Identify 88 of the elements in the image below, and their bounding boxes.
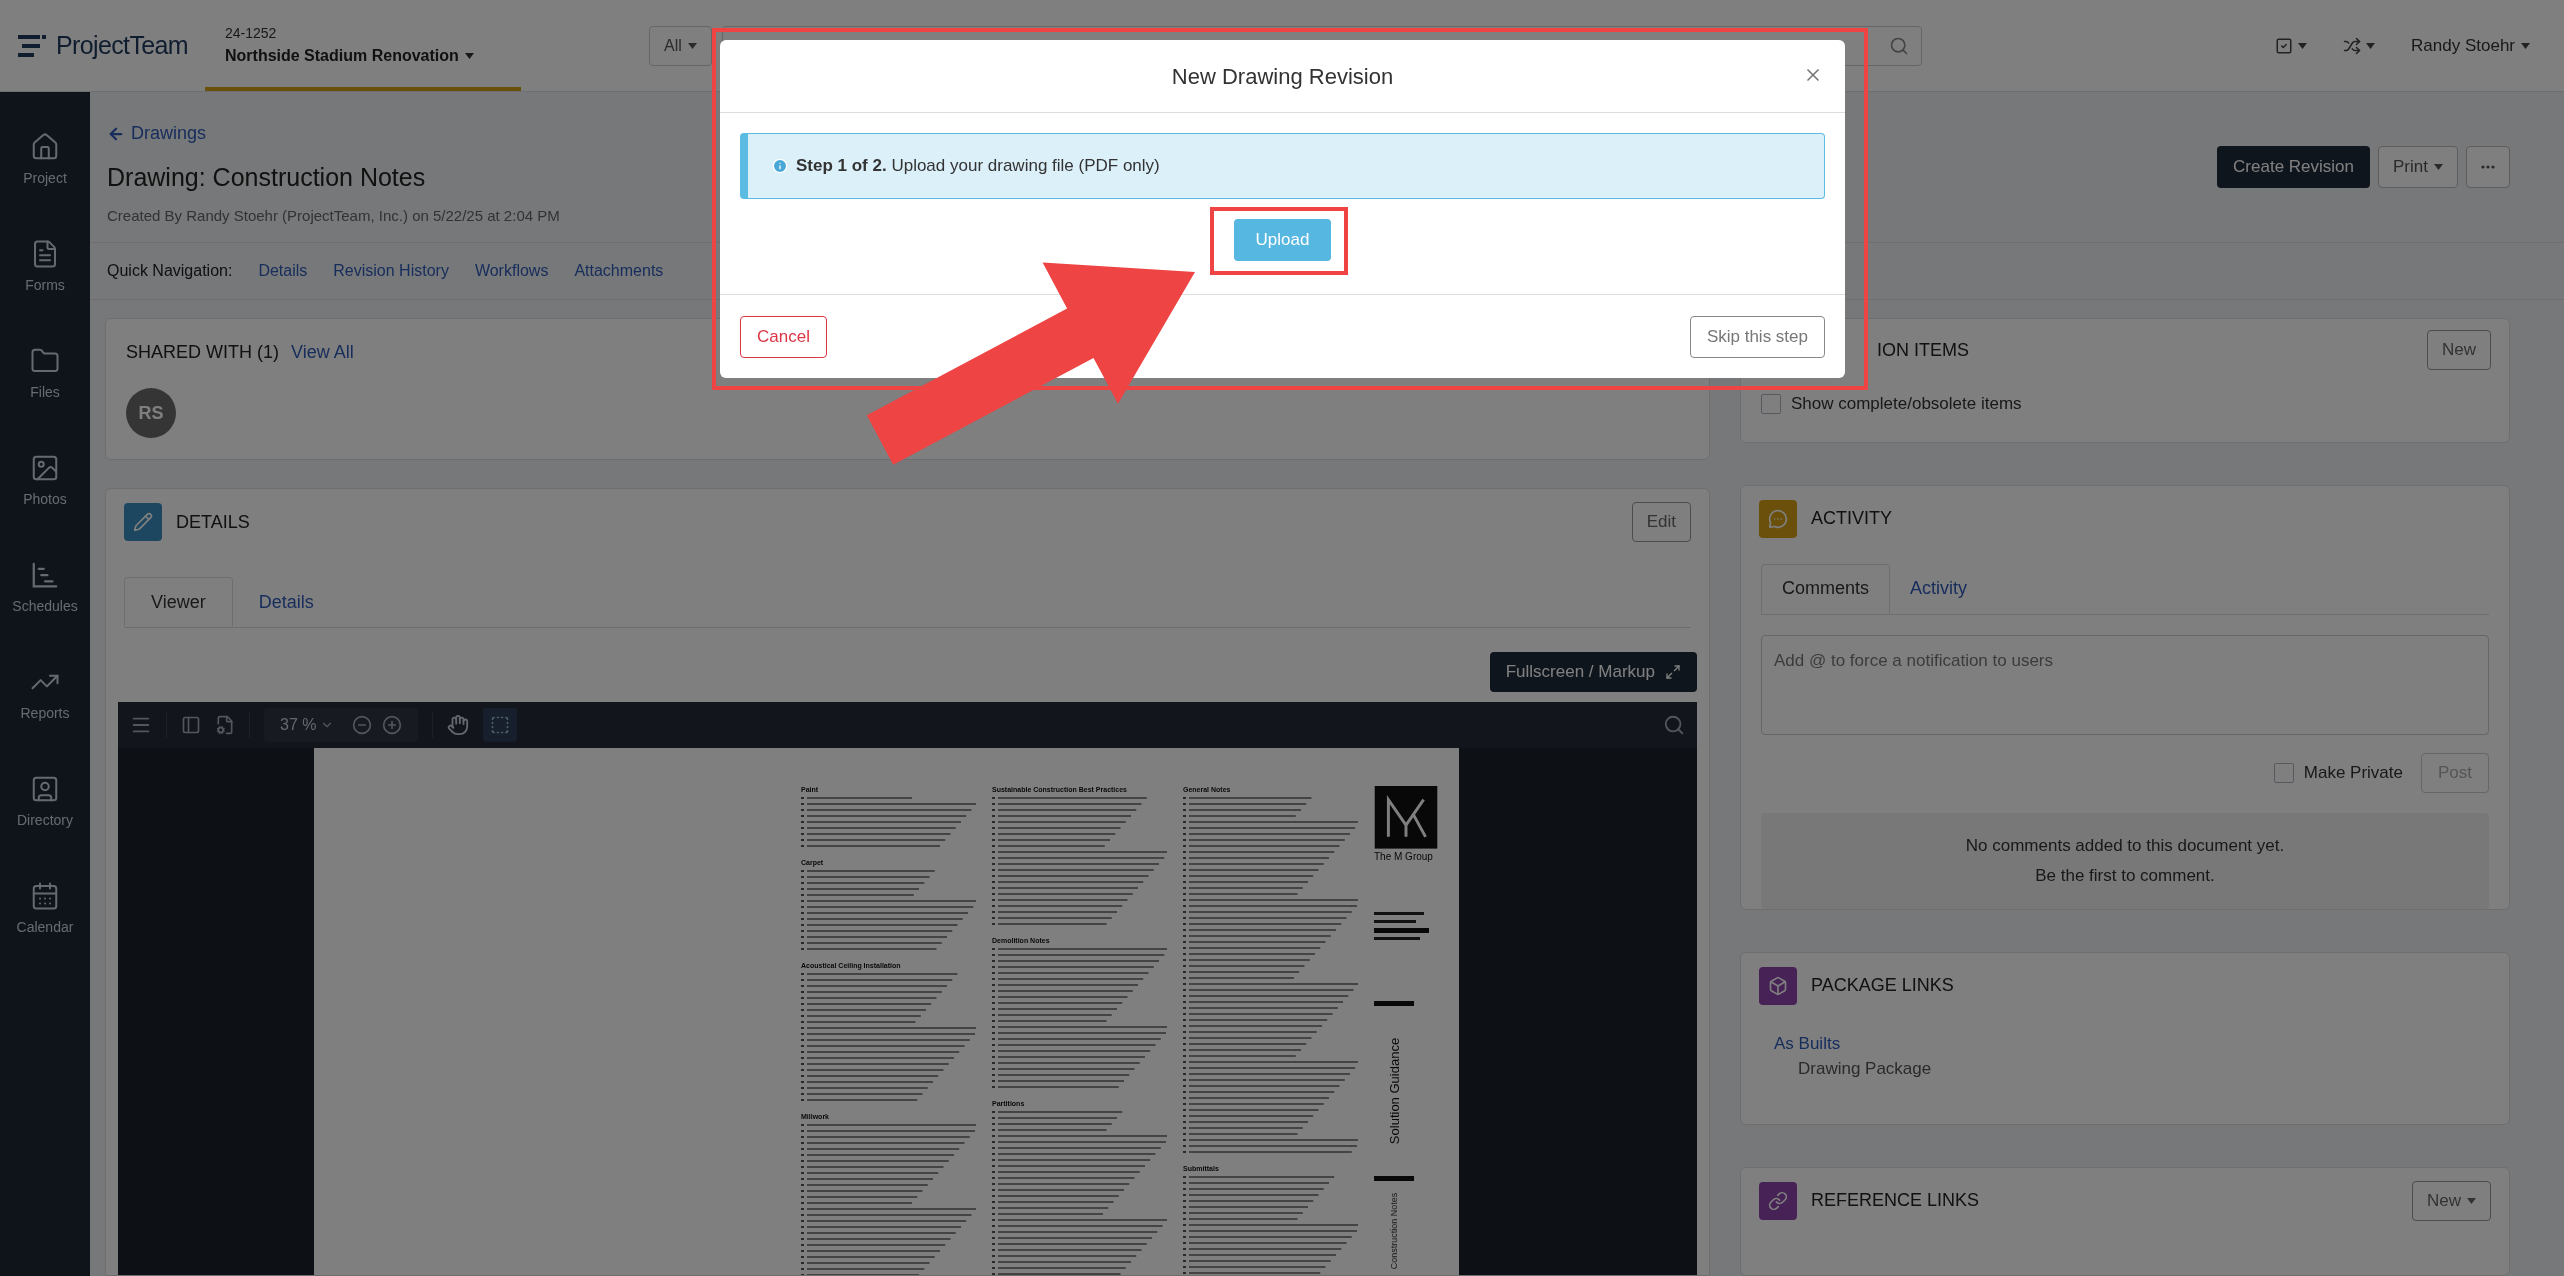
card-title: ACTIVITY — [1811, 507, 1892, 531]
card-title: REFERENCE LINKS — [1811, 1189, 1980, 1213]
caret-icon — [2434, 164, 2443, 170]
project-selector[interactable]: 24-1252 Northside Stadium Renovation — [205, 0, 521, 91]
card-title: ION ITEMS — [1877, 338, 1969, 362]
tab[interactable]: Activity — [1890, 563, 1988, 614]
zoom-out-icon[interactable] — [352, 715, 373, 735]
modal-title: New Drawing Revision — [1171, 62, 1394, 91]
view-all-link[interactable]: View All — [291, 339, 354, 366]
new-button[interactable]: New — [2427, 330, 2491, 370]
caret-icon — [2467, 1197, 2476, 1204]
user-menu[interactable]: Randy Stoehr — [2411, 32, 2530, 59]
upload-button[interactable]: Upload — [1233, 219, 1332, 261]
caret-icon — [2298, 42, 2308, 49]
quick-navigation-label: Quick Navigation: — [107, 261, 233, 281]
sidebar-item[interactable]: Directory — [0, 774, 90, 831]
contact-card-icon — [30, 774, 60, 804]
page-title: Drawing: Construction Notes — [107, 162, 427, 193]
sidebar-item[interactable]: Files — [0, 346, 90, 403]
package-link[interactable]: As Builts — [1774, 1030, 2476, 1057]
expand-icon — [1665, 664, 1681, 680]
dashed-square-icon — [490, 715, 511, 735]
print-button[interactable]: Print — [2378, 146, 2458, 188]
sidebar-item[interactable]: Schedules — [0, 560, 90, 617]
sidebar-item[interactable]: Photos — [0, 453, 90, 510]
sidebar-item[interactable]: Project — [0, 132, 90, 189]
pencil-icon — [124, 503, 162, 541]
new-button[interactable]: New — [2412, 1180, 2491, 1221]
checkbox[interactable] — [1761, 393, 1781, 414]
sidebar-item[interactable]: Reports — [0, 667, 90, 724]
tab[interactable]: Details — [232, 577, 340, 627]
shuffle-menu[interactable] — [2343, 36, 2376, 55]
cube-icon — [1759, 966, 1797, 1005]
checkbox-label: Show complete/obsolete items — [1791, 393, 2022, 415]
firm-logo-icon — [1374, 786, 1438, 849]
fullscreen-markup-button[interactable]: Fullscreen / Markup — [1489, 652, 1697, 692]
sheet-title: Solution Guidance — [1387, 1037, 1401, 1145]
card-title: PACKAGE LINKS — [1811, 974, 1954, 998]
timeline-icon — [30, 560, 60, 590]
comment-field[interactable]: Add @ to force a notification to users — [1761, 634, 2489, 735]
link-icon — [1759, 1181, 1797, 1220]
sidebar-item[interactable]: Forms — [0, 239, 90, 296]
search-icon[interactable] — [1663, 714, 1685, 736]
filter-dropdown[interactable]: All — [649, 25, 712, 66]
checkbox-label: Make Private — [2303, 762, 2403, 784]
checklist-menu[interactable] — [2275, 36, 2308, 55]
caret-icon — [2521, 42, 2530, 49]
card-title: DETAILS — [176, 510, 250, 534]
calendar-icon — [30, 881, 60, 911]
quick-navigation-link[interactable]: Details — [258, 259, 308, 283]
sheet-name: Construction Notes — [1389, 1192, 1399, 1270]
alert-text: Step 1 of 2. Upload your drawing file (PDF only) — [796, 155, 1160, 178]
edit-button[interactable]: Edit — [1631, 502, 1691, 542]
chat-bubble-icon — [1759, 499, 1797, 538]
image-icon — [30, 453, 60, 483]
back-link[interactable]: Drawings — [107, 120, 560, 147]
pan-tool-icon[interactable] — [447, 714, 470, 736]
user-avatar[interactable]: RS — [126, 388, 176, 438]
quick-navigation-link[interactable]: Revision History — [333, 259, 449, 283]
zoom-in-icon[interactable] — [382, 715, 403, 735]
empty-state-text: Be the first to comment. — [2035, 864, 2215, 887]
sidebar-item[interactable]: Calendar — [0, 881, 90, 938]
sidebar-panel-icon[interactable] — [181, 715, 201, 735]
card-title: SHARED WITH (1) — [126, 341, 279, 364]
ellipsis-icon — [2481, 165, 2495, 169]
search-icon — [1888, 35, 1909, 56]
checkbox[interactable] — [2273, 762, 2294, 783]
more-button[interactable] — [2466, 146, 2510, 188]
created-by-text: Created By Randy Stoehr (ProjectTeam, Inc.) on 5/22/25 at 2:04 PM — [107, 205, 560, 226]
quick-navigation-link[interactable]: Workflows — [474, 259, 549, 283]
create-revision-button[interactable]: Create Revision — [2217, 146, 2371, 188]
quick-navigation-link[interactable]: Attachments — [574, 259, 664, 283]
tab[interactable]: Comments — [1761, 563, 1891, 614]
package-type: Drawing Package — [1797, 1058, 1933, 1081]
selection-tool-button[interactable] — [483, 708, 518, 742]
skip-step-button[interactable]: Skip this step — [1689, 315, 1825, 358]
caret-icon — [2366, 42, 2376, 49]
caret-icon — [464, 53, 474, 59]
document-settings-icon[interactable] — [215, 715, 235, 735]
tab[interactable]: Viewer — [124, 577, 233, 627]
logo-text: ProjectTeam — [56, 29, 189, 61]
caret-icon — [687, 42, 697, 49]
empty-state-text: No comments added to this document yet. — [1965, 835, 2285, 858]
firm-name: The M Group — [1374, 851, 1433, 862]
info-icon — [772, 158, 788, 174]
house-icon — [30, 132, 60, 162]
logo-icon — [18, 32, 48, 59]
cancel-button[interactable]: Cancel — [740, 315, 827, 358]
